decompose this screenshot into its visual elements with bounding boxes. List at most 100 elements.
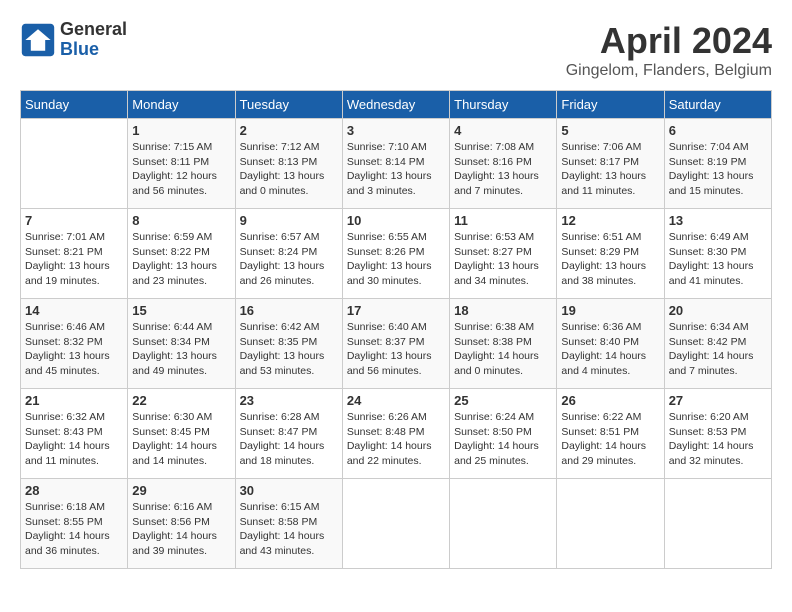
calendar-row-2: 7 Sunrise: 7:01 AM Sunset: 8:21 PM Daylig… (21, 209, 772, 299)
weekday-header-friday: Friday (557, 91, 664, 119)
calendar-body: 1 Sunrise: 7:15 AM Sunset: 8:11 PM Daylig… (21, 119, 772, 569)
logo: General Blue (20, 20, 127, 60)
calendar-cell-34 (664, 479, 771, 569)
day-info: Sunrise: 7:08 AM Sunset: 8:16 PM Dayligh… (454, 140, 552, 199)
calendar-row-1: 1 Sunrise: 7:15 AM Sunset: 8:11 PM Daylig… (21, 119, 772, 209)
calendar-cell-5: 5Sunrise: 7:06 AM Sunset: 8:17 PM Daylig… (557, 119, 664, 209)
day-number: 18 (454, 303, 552, 318)
calendar-cell-28: 28 Sunrise: 6:18 AM Sunset: 8:55 PM Dayli… (21, 479, 128, 569)
page-header: General Blue April 2024 Gingelom, Flande… (20, 20, 772, 80)
calendar-cell-26: 26 Sunrise: 6:22 AM Sunset: 8:51 PM Dayli… (557, 389, 664, 479)
day-number: 3 (347, 123, 445, 138)
day-number: 19 (561, 303, 659, 318)
calendar-cell-8: 8 Sunrise: 6:59 AM Sunset: 8:22 PM Daylig… (128, 209, 235, 299)
day-info: Sunrise: 6:28 AM Sunset: 8:47 PM Dayligh… (240, 410, 338, 469)
location: Gingelom, Flanders, Belgium (566, 62, 772, 80)
day-info: Sunrise: 6:32 AM Sunset: 8:43 PM Dayligh… (25, 410, 123, 469)
day-number: 24 (347, 393, 445, 408)
calendar-cell-25: 25 Sunrise: 6:24 AM Sunset: 8:50 PM Dayli… (450, 389, 557, 479)
day-info: Sunrise: 6:53 AM Sunset: 8:27 PM Dayligh… (454, 230, 552, 289)
calendar-cell-2: 2Sunrise: 7:12 AM Sunset: 8:13 PM Daylig… (235, 119, 342, 209)
day-info: Sunrise: 7:04 AM Sunset: 8:19 PM Dayligh… (669, 140, 767, 199)
calendar-cell-32 (450, 479, 557, 569)
calendar-cell-3: 3Sunrise: 7:10 AM Sunset: 8:14 PM Daylig… (342, 119, 449, 209)
day-info: Sunrise: 6:51 AM Sunset: 8:29 PM Dayligh… (561, 230, 659, 289)
day-info: Sunrise: 6:22 AM Sunset: 8:51 PM Dayligh… (561, 410, 659, 469)
weekday-header-monday: Monday (128, 91, 235, 119)
day-info: Sunrise: 6:55 AM Sunset: 8:26 PM Dayligh… (347, 230, 445, 289)
day-number: 29 (132, 483, 230, 498)
day-number: 14 (25, 303, 123, 318)
day-info: Sunrise: 6:24 AM Sunset: 8:50 PM Dayligh… (454, 410, 552, 469)
weekday-header-wednesday: Wednesday (342, 91, 449, 119)
calendar-cell-27: 27 Sunrise: 6:20 AM Sunset: 8:53 PM Dayli… (664, 389, 771, 479)
calendar-cell-20: 20Sunrise: 6:34 AM Sunset: 8:42 PM Dayli… (664, 299, 771, 389)
day-number: 22 (132, 393, 230, 408)
day-number: 28 (25, 483, 123, 498)
weekday-header-thursday: Thursday (450, 91, 557, 119)
calendar-cell-15: 15 Sunrise: 6:44 AM Sunset: 8:34 PM Dayli… (128, 299, 235, 389)
day-info: Sunrise: 6:20 AM Sunset: 8:53 PM Dayligh… (669, 410, 767, 469)
month-title: April 2024 (566, 20, 772, 62)
day-info: Sunrise: 6:18 AM Sunset: 8:55 PM Dayligh… (25, 500, 123, 559)
logo-blue: Blue (60, 40, 127, 60)
logo-general: General (60, 20, 127, 40)
day-number: 9 (240, 213, 338, 228)
logo-icon (20, 22, 56, 58)
calendar-cell-16: 16 Sunrise: 6:42 AM Sunset: 8:35 PM Dayli… (235, 299, 342, 389)
calendar-cell-17: 17 Sunrise: 6:40 AM Sunset: 8:37 PM Dayli… (342, 299, 449, 389)
calendar-cell-10: 10 Sunrise: 6:55 AM Sunset: 8:26 PM Dayli… (342, 209, 449, 299)
day-info: Sunrise: 6:26 AM Sunset: 8:48 PM Dayligh… (347, 410, 445, 469)
calendar-cell-19: 19 Sunrise: 6:36 AM Sunset: 8:40 PM Dayli… (557, 299, 664, 389)
weekday-header-tuesday: Tuesday (235, 91, 342, 119)
day-number: 17 (347, 303, 445, 318)
weekday-header-row: SundayMondayTuesdayWednesdayThursdayFrid… (21, 91, 772, 119)
day-info: Sunrise: 6:38 AM Sunset: 8:38 PM Dayligh… (454, 320, 552, 379)
calendar-cell-9: 9 Sunrise: 6:57 AM Sunset: 8:24 PM Daylig… (235, 209, 342, 299)
calendar-row-4: 21 Sunrise: 6:32 AM Sunset: 8:43 PM Dayli… (21, 389, 772, 479)
day-info: Sunrise: 6:16 AM Sunset: 8:56 PM Dayligh… (132, 500, 230, 559)
day-info: Sunrise: 6:57 AM Sunset: 8:24 PM Dayligh… (240, 230, 338, 289)
calendar-cell-0 (21, 119, 128, 209)
day-number: 1 (132, 123, 230, 138)
day-number: 10 (347, 213, 445, 228)
calendar-cell-23: 23 Sunrise: 6:28 AM Sunset: 8:47 PM Dayli… (235, 389, 342, 479)
calendar-cell-29: 29 Sunrise: 6:16 AM Sunset: 8:56 PM Dayli… (128, 479, 235, 569)
calendar-cell-11: 11Sunrise: 6:53 AM Sunset: 8:27 PM Dayli… (450, 209, 557, 299)
logo-text: General Blue (60, 20, 127, 60)
day-number: 16 (240, 303, 338, 318)
calendar-table: SundayMondayTuesdayWednesdayThursdayFrid… (20, 90, 772, 569)
day-number: 12 (561, 213, 659, 228)
calendar-cell-4: 4 Sunrise: 7:08 AM Sunset: 8:16 PM Daylig… (450, 119, 557, 209)
calendar-cell-6: 6Sunrise: 7:04 AM Sunset: 8:19 PM Daylig… (664, 119, 771, 209)
calendar-cell-14: 14Sunrise: 6:46 AM Sunset: 8:32 PM Dayli… (21, 299, 128, 389)
day-number: 7 (25, 213, 123, 228)
day-info: Sunrise: 6:42 AM Sunset: 8:35 PM Dayligh… (240, 320, 338, 379)
day-info: Sunrise: 6:44 AM Sunset: 8:34 PM Dayligh… (132, 320, 230, 379)
day-number: 26 (561, 393, 659, 408)
day-info: Sunrise: 6:40 AM Sunset: 8:37 PM Dayligh… (347, 320, 445, 379)
day-number: 25 (454, 393, 552, 408)
day-info: Sunrise: 6:59 AM Sunset: 8:22 PM Dayligh… (132, 230, 230, 289)
day-number: 27 (669, 393, 767, 408)
day-number: 23 (240, 393, 338, 408)
day-info: Sunrise: 7:12 AM Sunset: 8:13 PM Dayligh… (240, 140, 338, 199)
day-number: 13 (669, 213, 767, 228)
calendar-cell-24: 24 Sunrise: 6:26 AM Sunset: 8:48 PM Dayli… (342, 389, 449, 479)
calendar-cell-22: 22Sunrise: 6:30 AM Sunset: 8:45 PM Dayli… (128, 389, 235, 479)
calendar-cell-18: 18 Sunrise: 6:38 AM Sunset: 8:38 PM Dayli… (450, 299, 557, 389)
day-number: 4 (454, 123, 552, 138)
day-number: 15 (132, 303, 230, 318)
day-info: Sunrise: 7:15 AM Sunset: 8:11 PM Dayligh… (132, 140, 230, 199)
day-info: Sunrise: 7:01 AM Sunset: 8:21 PM Dayligh… (25, 230, 123, 289)
calendar-cell-7: 7 Sunrise: 7:01 AM Sunset: 8:21 PM Daylig… (21, 209, 128, 299)
day-info: Sunrise: 6:49 AM Sunset: 8:30 PM Dayligh… (669, 230, 767, 289)
calendar-cell-12: 12 Sunrise: 6:51 AM Sunset: 8:29 PM Dayli… (557, 209, 664, 299)
day-info: Sunrise: 6:36 AM Sunset: 8:40 PM Dayligh… (561, 320, 659, 379)
calendar-row-5: 28 Sunrise: 6:18 AM Sunset: 8:55 PM Dayli… (21, 479, 772, 569)
day-info: Sunrise: 6:15 AM Sunset: 8:58 PM Dayligh… (240, 500, 338, 559)
day-info: Sunrise: 6:34 AM Sunset: 8:42 PM Dayligh… (669, 320, 767, 379)
day-number: 21 (25, 393, 123, 408)
day-number: 5 (561, 123, 659, 138)
day-number: 8 (132, 213, 230, 228)
